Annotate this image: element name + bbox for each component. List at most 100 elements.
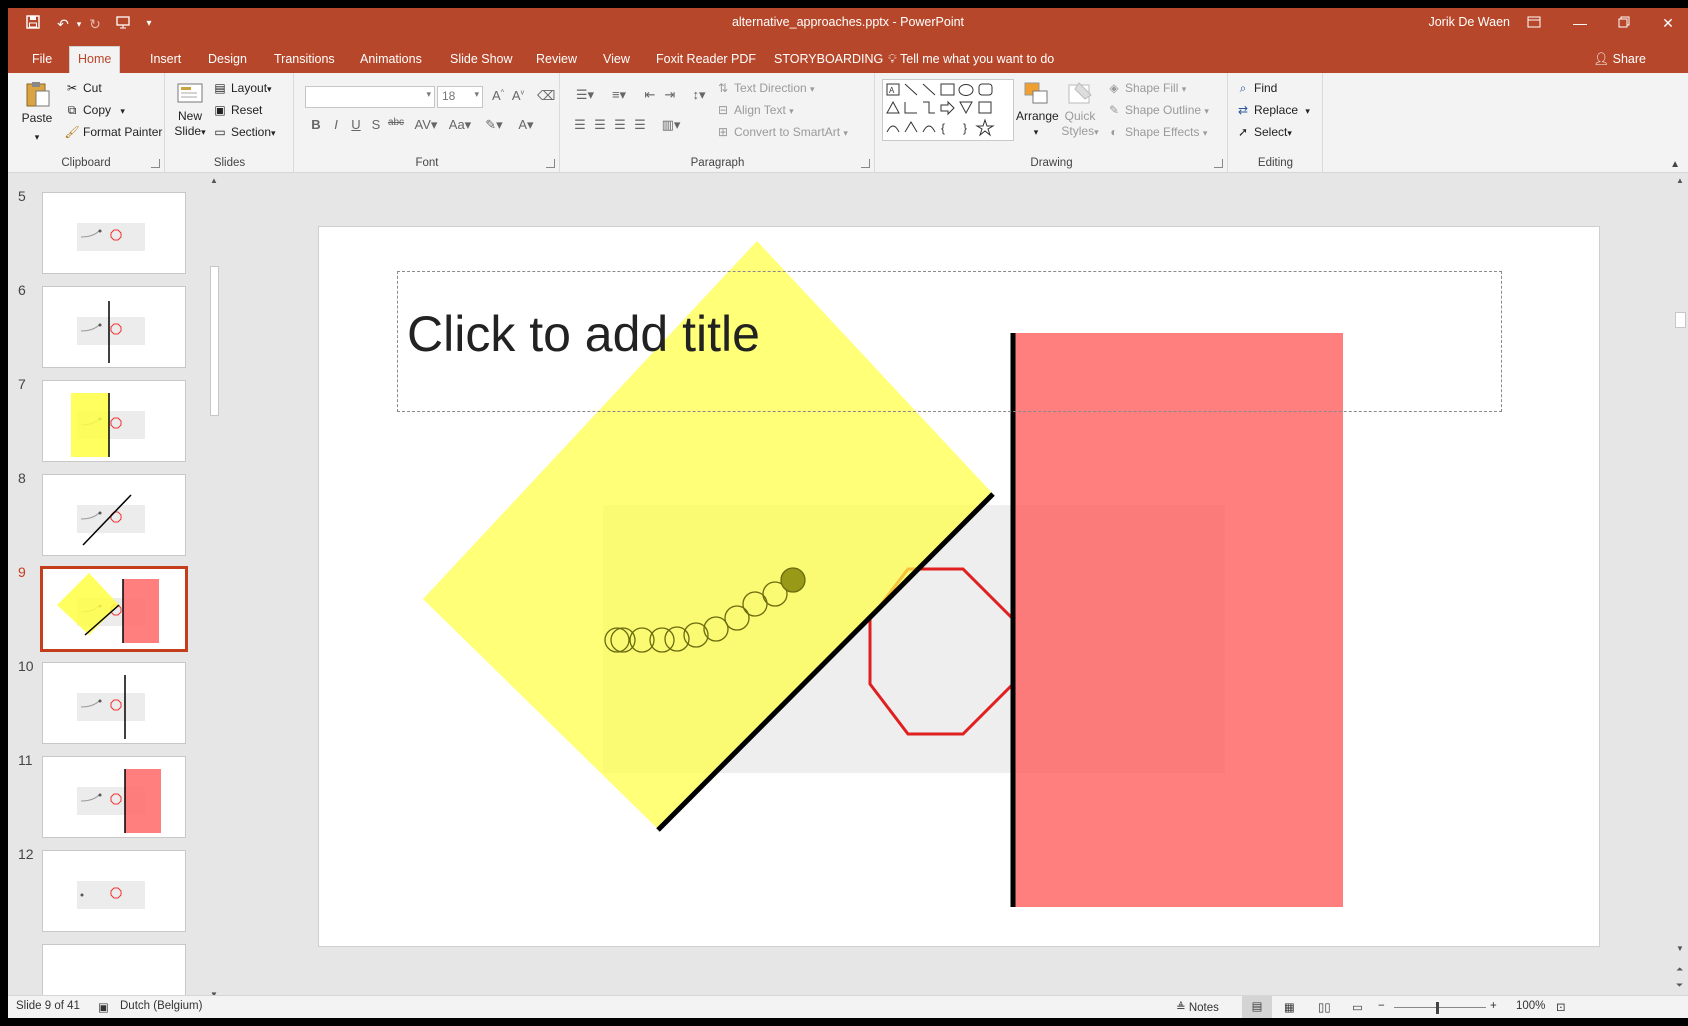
spelling-check-icon[interactable]: ▣ xyxy=(98,1000,109,1014)
text-direction-button[interactable]: ⇅ Text Direction ▾ xyxy=(715,79,815,98)
zoom-out-icon[interactable]: − xyxy=(1378,1000,1385,1012)
scroll-thumb[interactable] xyxy=(1675,312,1686,328)
clear-formatting-icon[interactable]: ⌫ xyxy=(537,88,555,104)
tab-foxit-reader-pdf[interactable]: Foxit Reader PDF xyxy=(648,47,764,73)
tab-file[interactable]: File xyxy=(24,47,60,73)
scroll-down-icon[interactable]: ▼ xyxy=(1676,944,1684,953)
normal-view-icon[interactable]: ▤ xyxy=(1242,996,1272,1018)
customize-qat-icon[interactable]: ▾ xyxy=(138,14,160,34)
slide-thumbnail-9[interactable] xyxy=(40,566,188,652)
close-icon[interactable]: ✕ xyxy=(1650,12,1686,34)
start-slideshow-icon[interactable] xyxy=(112,14,134,34)
change-case-icon[interactable]: Aa▾ xyxy=(445,117,475,133)
tab-review[interactable]: Review xyxy=(528,47,585,73)
user-name[interactable]: Jorik De Waen xyxy=(1428,15,1510,29)
bullets-icon[interactable]: ☰▾ xyxy=(571,87,599,103)
shape-outline-button[interactable]: ✎ Shape Outline ▾ xyxy=(1106,101,1209,120)
slide-panel-scrollbar[interactable]: ▲ ▼ xyxy=(207,174,221,1003)
fit-to-window-icon[interactable]: ⊡ xyxy=(1556,1000,1566,1014)
next-slide-icon[interactable]: ⏷ xyxy=(1676,980,1683,991)
italic-icon[interactable]: I xyxy=(327,117,345,132)
slide-show-view-icon[interactable]: ▭ xyxy=(1352,1000,1363,1014)
scroll-up-icon[interactable]: ▲ xyxy=(1676,176,1684,185)
collapse-ribbon-icon[interactable]: ▲ xyxy=(1670,159,1680,170)
tab-transitions[interactable]: Transitions xyxy=(266,47,343,73)
slide-thumbnail-12[interactable] xyxy=(42,850,186,932)
highlight-icon[interactable]: ✎▾ xyxy=(481,117,507,133)
convert-smartart-button[interactable]: ⊞ Convert to SmartArt ▾ xyxy=(715,123,848,142)
layout-button[interactable]: ▤ Layout▾ xyxy=(212,79,271,98)
quick-styles-button[interactable]: Quick Styles▾ xyxy=(1060,79,1100,140)
increase-font-size-icon[interactable]: A^ xyxy=(489,88,507,103)
slide-thumbnail-6[interactable] xyxy=(42,286,186,368)
zoom-in-icon[interactable]: + xyxy=(1490,1000,1497,1012)
increase-indent-icon[interactable]: ⇥ xyxy=(661,87,679,103)
restore-icon[interactable] xyxy=(1606,12,1642,34)
tell-me-search[interactable]: 💡︎ Tell me what you want to do xyxy=(888,47,1054,71)
slide-thumbnail-10[interactable] xyxy=(42,662,186,744)
character-spacing-icon[interactable]: AV▾ xyxy=(411,117,441,133)
scroll-thumb[interactable] xyxy=(210,266,219,416)
justify-icon[interactable]: ☰ xyxy=(631,117,649,133)
tab-storyboarding[interactable]: STORYBOARDING xyxy=(766,47,891,73)
zoom-level[interactable]: 100% xyxy=(1516,1000,1545,1012)
font-color-icon[interactable]: A▾ xyxy=(513,117,539,133)
strikethrough-icon[interactable]: abc xyxy=(387,117,405,128)
slide-counter[interactable]: Slide 9 of 41 xyxy=(16,1000,80,1012)
decrease-indent-icon[interactable]: ⇤ xyxy=(641,87,659,103)
arrange-button[interactable]: Arrange ▾ xyxy=(1016,79,1059,140)
shape-fill-button[interactable]: ◈ Shape Fill ▾ xyxy=(1106,79,1186,98)
align-right-icon[interactable]: ☰ xyxy=(611,117,629,133)
bold-icon[interactable]: B xyxy=(307,117,325,132)
shapes-gallery[interactable]: A {} xyxy=(882,79,1014,141)
redo-icon[interactable]: ↻ xyxy=(84,14,106,34)
save-icon[interactable] xyxy=(22,14,44,34)
slide-thumbnail-7[interactable] xyxy=(42,380,186,462)
columns-icon[interactable]: ▥▾ xyxy=(657,117,685,133)
language-indicator[interactable]: Dutch (Belgium) xyxy=(120,1000,202,1012)
reset-button[interactable]: ▣ Reset xyxy=(212,101,262,119)
line-spacing-icon[interactable]: ↕▾ xyxy=(685,87,713,103)
replace-button[interactable]: ⇄ Replace ▾ xyxy=(1235,101,1310,120)
new-slide-button[interactable]: New Slide▾ xyxy=(172,79,208,140)
tab-design[interactable]: Design xyxy=(200,47,255,73)
numbering-icon[interactable]: ≡▾ xyxy=(605,87,633,103)
ribbon-display-options-icon[interactable] xyxy=(1516,12,1552,34)
text-shadow-icon[interactable]: S xyxy=(367,117,385,132)
select-button[interactable]: ➚ Select▾ xyxy=(1235,123,1292,142)
align-text-button[interactable]: ⊟ Align Text ▾ xyxy=(715,101,794,120)
slide-thumbnail-11[interactable] xyxy=(42,756,186,838)
zoom-slider-thumb[interactable] xyxy=(1436,1002,1439,1014)
tab-home[interactable]: Home xyxy=(69,46,121,73)
slide-canvas[interactable]: Click to add title xyxy=(318,226,1600,947)
title-placeholder-text[interactable]: Click to add title xyxy=(407,305,760,363)
share-button[interactable]: 👤︎ Share xyxy=(1593,47,1646,71)
align-left-icon[interactable]: ☰ xyxy=(571,117,589,133)
zoom-slider-track[interactable] xyxy=(1394,1007,1486,1008)
previous-slide-icon[interactable]: ⏶ xyxy=(1676,964,1683,975)
minimize-icon[interactable]: — xyxy=(1562,12,1598,34)
scroll-up-icon[interactable]: ▲ xyxy=(210,176,218,185)
tab-view[interactable]: View xyxy=(595,47,638,73)
font-name-box[interactable]: ▾ xyxy=(305,86,435,108)
tab-slide-show[interactable]: Slide Show xyxy=(442,47,521,73)
shape-effects-button[interactable]: ◐ Shape Effects ▾ xyxy=(1106,123,1207,142)
paragraph-launcher-icon[interactable] xyxy=(861,159,870,168)
font-size-box[interactable]: 18 ▾ xyxy=(437,86,483,108)
format-painter-button[interactable]: 🖌︎ Format Painter xyxy=(64,123,162,141)
align-center-icon[interactable]: ☰ xyxy=(591,117,609,133)
tab-animations[interactable]: Animations xyxy=(352,47,430,73)
cut-button[interactable]: ✂ Cut xyxy=(64,79,102,97)
drawing-launcher-icon[interactable] xyxy=(1214,159,1223,168)
editing-area-scrollbar[interactable]: ▲ ▼ ⏶ ⏷ xyxy=(1673,174,1688,1003)
tab-insert[interactable]: Insert xyxy=(142,47,189,73)
slide-thumbnail-5[interactable] xyxy=(42,192,186,274)
clipboard-launcher-icon[interactable] xyxy=(151,159,160,168)
section-button[interactable]: ▭ Section▾ xyxy=(212,123,275,142)
reading-view-icon[interactable]: ▯▯ xyxy=(1318,1000,1331,1014)
font-launcher-icon[interactable] xyxy=(546,159,555,168)
notes-button[interactable]: ≜ Notes xyxy=(1176,1000,1219,1014)
decrease-font-size-icon[interactable]: Av xyxy=(509,88,527,103)
underline-icon[interactable]: U xyxy=(347,117,365,132)
slide-thumbnail-8[interactable] xyxy=(42,474,186,556)
